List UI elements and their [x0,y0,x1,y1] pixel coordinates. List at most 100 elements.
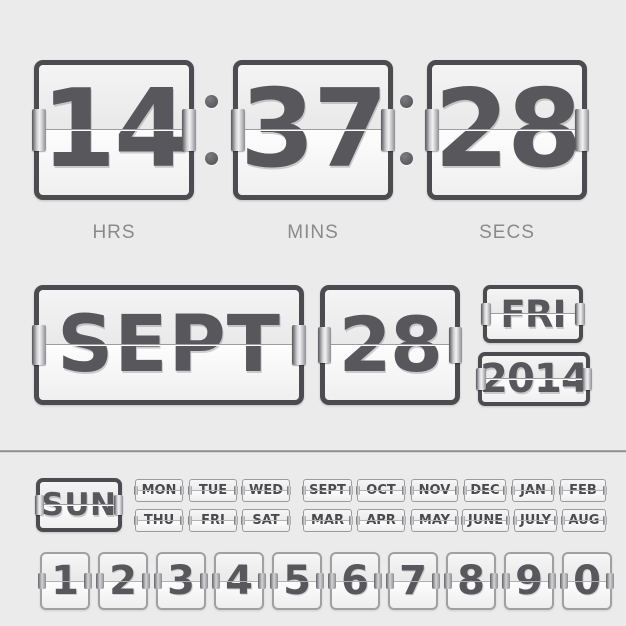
month-tile-may[interactable]: MAY [410,509,459,532]
hinge-right-icon [582,368,592,390]
month-tile-june[interactable]: JUNE [461,509,510,532]
digit-tile-3[interactable]: 3 [154,552,208,610]
weekday-tile-sat[interactable]: SAT [241,509,291,532]
hinge-left-icon [356,516,360,525]
colon-dot-bottom-icon [205,152,218,165]
hinge-right-icon [200,573,208,589]
hinge-right-icon [455,486,459,495]
hinge-left-icon [476,368,486,390]
weekday-tile-fri[interactable]: FRI [188,509,238,532]
section-divider [0,450,626,453]
digit-label: 3 [167,558,195,604]
day-flip-panel[interactable]: 28 [318,285,462,405]
hinge-left-icon [560,573,568,589]
hours-value: 14 [41,67,189,192]
hinge-left-icon [386,573,394,589]
featured-weekday-panel[interactable]: SUN [35,478,123,532]
hinge-left-icon [134,516,138,525]
hinge-right-icon [402,516,406,525]
hinge-right-icon [506,516,510,525]
hinge-left-icon [96,573,104,589]
digit-tile-5[interactable]: 5 [270,552,324,610]
month-tile-may-label: MAY [418,513,451,528]
month-tile-july-label: JULY [519,513,552,528]
weekday-tile-thu[interactable]: THU [134,509,184,532]
digit-label: 2 [109,558,137,604]
hinge-left-icon [481,303,491,325]
month-value: SEPT [57,300,281,390]
hinge-right-icon [374,573,382,589]
hinge-left-icon [318,327,331,363]
digit-label: 7 [399,558,427,604]
hinge-left-icon [463,486,467,495]
year-value: 2014 [479,356,589,402]
hinge-right-icon [449,327,462,363]
weekday-tile-wed[interactable]: WED [241,479,291,502]
month-tile-nov[interactable]: NOV [410,479,459,502]
month-tile-dec-label: DEC [470,483,500,498]
digit-tile-9[interactable]: 9 [502,552,556,610]
digit-tile-1[interactable]: 1 [38,552,92,610]
time-separator-hours-minutes [205,95,219,165]
hinge-left-icon [425,109,439,151]
digit-tile-8[interactable]: 8 [444,552,498,610]
minutes-flip-panel[interactable]: 37 [231,60,395,200]
hinge-left-icon [410,516,414,525]
seconds-value: 28 [434,67,582,192]
month-tile-apr[interactable]: APR [356,509,406,532]
digit-label: 1 [51,558,79,604]
hinge-left-icon [35,495,44,515]
month-tile-aug[interactable]: AUG [561,509,607,532]
hinge-left-icon [212,573,220,589]
month-flip-panel[interactable]: SEPT [32,285,306,405]
month-tile-mar[interactable]: MAR [302,509,353,532]
hinge-left-icon [502,573,510,589]
month-tile-mar-label: MAR [310,513,344,528]
hinge-right-icon [402,486,406,495]
hinge-right-icon [548,573,556,589]
hinge-right-icon [180,486,184,495]
month-tile-sept[interactable]: SEPT [302,479,353,502]
seconds-flip-panel[interactable]: 28 [425,60,589,200]
weekday-value: FRI [500,292,566,336]
hinge-right-icon [234,516,238,525]
month-tile-jan[interactable]: JAN [511,479,555,502]
hinge-right-icon [84,573,92,589]
digit-label: 8 [457,558,485,604]
hinge-right-icon [349,516,353,525]
hinge-left-icon [328,573,336,589]
digit-tile-4[interactable]: 4 [212,552,266,610]
hours-flip-panel[interactable]: 14 [32,60,196,200]
weekday-tile-mon-label: MON [141,483,177,498]
hinge-right-icon [490,573,498,589]
weekday-tile-mon[interactable]: MON [134,479,184,502]
month-tile-aug-label: AUG [568,513,600,528]
weekday-tile-tue[interactable]: TUE [188,479,238,502]
day-value: 28 [338,300,443,389]
hinge-left-icon [241,486,245,495]
month-tile-feb[interactable]: FEB [559,479,607,502]
hinge-right-icon [606,573,614,589]
flip-clock-kit: 14 HRS 37 MINS 28 SECS SEPT 28 FRI 2014 … [0,0,626,626]
digit-tile-0[interactable]: 0 [560,552,614,610]
month-tile-dec[interactable]: DEC [463,479,507,502]
month-tile-oct[interactable]: OCT [356,479,406,502]
hinge-left-icon [241,516,245,525]
digit-tile-2[interactable]: 2 [96,552,150,610]
hinge-left-icon [559,486,563,495]
hinge-left-icon [561,516,565,525]
year-flip-panel[interactable]: 2014 [476,352,592,406]
hinge-right-icon [432,573,440,589]
hinge-right-icon [575,109,589,151]
weekday-flip-panel[interactable]: FRI [481,285,585,343]
hinge-right-icon [182,109,196,151]
colon-dot-top-icon [400,95,413,108]
digit-tile-6[interactable]: 6 [328,552,382,610]
hinge-right-icon [455,516,459,525]
hinge-left-icon [188,486,192,495]
weekday-tile-thu-label: THU [143,513,175,528]
digit-tile-7[interactable]: 7 [386,552,440,610]
hinge-left-icon [231,109,245,151]
month-tile-july[interactable]: JULY [513,509,558,532]
digit-label: 9 [515,558,543,604]
